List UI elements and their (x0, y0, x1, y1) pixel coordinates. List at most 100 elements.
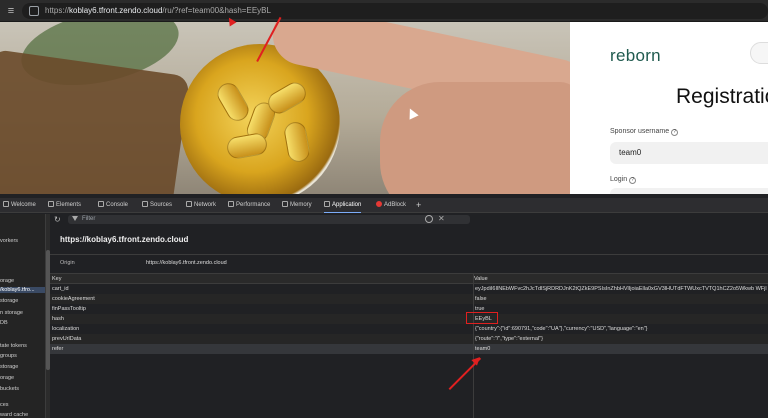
adblock-icon (376, 201, 382, 207)
tab-memory[interactable]: Memory (282, 198, 312, 213)
local-storage-table: Key Value cart_id eyJpdiI6IlNEbWFvc2hJcTd… (50, 274, 768, 418)
network-icon (186, 201, 192, 207)
application-icon (324, 201, 330, 207)
add-tab-button[interactable]: + (416, 198, 421, 213)
tab-label: Network (194, 202, 217, 208)
sidebar-item[interactable]: tate tokens (0, 343, 27, 349)
login-label: Login? (610, 176, 637, 184)
table-header: Key Value (50, 274, 768, 284)
wooden-board-shape (0, 48, 191, 194)
row-value: {"country":{"id":690791,"code":"UA"},"cu… (475, 326, 648, 332)
row-value: true (475, 306, 485, 312)
tab-welcome[interactable]: Welcome (3, 198, 36, 213)
table-row[interactable]: cart_id eyJpdiI6IlNEbWFvc2hJcTdlSjRDRDJnK… (50, 284, 768, 294)
application-sidebar: vorkers orage /koblay6.tfro... storage n… (0, 214, 46, 418)
table-row-selected[interactable]: refer team0 (50, 344, 768, 354)
tab-sources[interactable]: Sources (142, 198, 172, 213)
storage-toolbar: ↻ Filter ✕ (50, 214, 768, 225)
sidebar-item[interactable]: DB (0, 320, 8, 326)
row-key: cart_id (52, 286, 69, 292)
row-key: localization (52, 326, 80, 332)
sponsor-label: Sponsor username? (610, 128, 679, 136)
tab-adblock[interactable]: AdBlock (376, 198, 406, 213)
tab-label: Elements (56, 202, 82, 208)
sidebar-item-selected-storage[interactable]: /koblay6.tfro... (0, 287, 45, 293)
sponsor-label-text: Sponsor username (610, 128, 670, 135)
sidebar-item[interactable]: storage (0, 364, 18, 370)
key-column-header[interactable]: Key (52, 274, 61, 284)
sponsor-username-input[interactable]: team0 (610, 142, 768, 164)
console-icon (98, 201, 104, 207)
table-row[interactable]: cookieAgreement false (50, 294, 768, 304)
tab-label: Performance (236, 202, 271, 208)
origin-row: Origin https://koblay6.tfront.zendo.clou… (50, 254, 768, 272)
tab-elements[interactable]: Elements (48, 198, 81, 213)
row-value: false (475, 296, 487, 302)
sidebar-item[interactable]: groups (0, 353, 17, 359)
welcome-icon (3, 201, 9, 207)
origin-value: https://koblay6.tfront.zendo.cloud (146, 260, 227, 266)
clear-all-icon[interactable] (425, 215, 433, 223)
help-icon[interactable]: ? (671, 129, 679, 136)
delete-selected-icon[interactable]: ✕ (438, 214, 445, 224)
url-prefix: https:// (45, 6, 70, 15)
row-value: eyJpdiI6IlNEbWFvc2hJcTdlSjRDRDJnK2tQZkE9… (475, 286, 767, 292)
tab-performance[interactable]: Performance (228, 198, 270, 213)
address-bar: ≡ https://koblay6.tfront.zendo.cloud/ru/… (0, 0, 768, 22)
highlight-box (466, 312, 498, 324)
menu-icon[interactable]: ≡ (4, 4, 18, 18)
tab-application[interactable]: Application (324, 198, 362, 213)
table-row[interactable]: prevUrlData {"route":"/","type":"external… (50, 334, 768, 344)
url-text[interactable]: https://koblay6.tfront.zendo.cloud/ru/?r… (45, 5, 271, 17)
sidebar-item[interactable]: vorkers (0, 238, 18, 244)
row-value: EEyBL (475, 316, 492, 322)
filter-placeholder: Filter (82, 216, 96, 222)
hand-palm-shape (380, 82, 570, 194)
tab-label: Console (106, 202, 129, 208)
sidebar-item[interactable]: ces (0, 402, 9, 408)
row-key: refer (52, 346, 64, 352)
origin-title: https://koblay6.tfront.zendo.cloud (60, 235, 189, 244)
row-value: team0 (475, 346, 491, 352)
url-host: koblay6.tfront.zendo.cloud (69, 6, 163, 15)
login-input[interactable] (610, 188, 768, 194)
origin-label: Origin (60, 260, 75, 266)
tab-network[interactable]: Network (186, 198, 216, 213)
sidebar-item[interactable]: orage (0, 375, 14, 381)
language-toggle[interactable] (750, 42, 768, 64)
brand-logo[interactable]: reborn (610, 46, 661, 66)
filter-input[interactable]: Filter (68, 215, 470, 224)
sidebar-item[interactable]: ward cache (0, 412, 28, 418)
row-value: {"route":"/","type":"external"} (475, 336, 543, 342)
table-row[interactable]: localization {"country":{"id":690791,"cod… (50, 324, 768, 334)
login-label-text: Login (610, 176, 628, 183)
sidebar-item[interactable]: orage (0, 278, 14, 284)
tab-label: Welcome (11, 202, 36, 208)
sidebar-item[interactable]: buckets (0, 386, 19, 392)
elements-icon (48, 201, 54, 207)
devtools-tab-bar: Welcome Elements Console Sources Network… (0, 198, 768, 213)
origin-header: https://koblay6.tfront.zendo.cloud Origi… (50, 226, 768, 274)
url-path: /ru/?ref=team00&hash=EEyBL (162, 6, 271, 15)
tab-label: Sources (150, 202, 173, 208)
table-row[interactable]: hash EEyBL (50, 314, 768, 324)
value-column-header[interactable]: Value (474, 274, 488, 284)
performance-icon (228, 201, 234, 207)
hero-image (0, 22, 570, 194)
registration-panel: reborn Registratio Sponsor username? tea… (570, 22, 768, 194)
column-divider[interactable] (473, 274, 474, 418)
sidebar-item[interactable]: storage (0, 298, 18, 304)
row-key: prevUrlData (52, 336, 82, 342)
url-field[interactable]: https://koblay6.tfront.zendo.cloud/ru/?r… (22, 3, 768, 19)
filter-icon (72, 216, 78, 221)
tab-label: Application (332, 202, 362, 208)
refresh-icon[interactable]: ↻ (54, 215, 61, 224)
row-key: cookieAgreement (52, 296, 95, 302)
help-icon[interactable]: ? (629, 177, 637, 184)
site-info-icon[interactable] (29, 6, 39, 16)
tab-console[interactable]: Console (98, 198, 128, 213)
tab-label: Memory (290, 202, 312, 208)
sidebar-item[interactable]: n storage (0, 310, 23, 316)
table-row[interactable]: finPassTooltip true (50, 304, 768, 314)
row-key: hash (52, 316, 64, 322)
